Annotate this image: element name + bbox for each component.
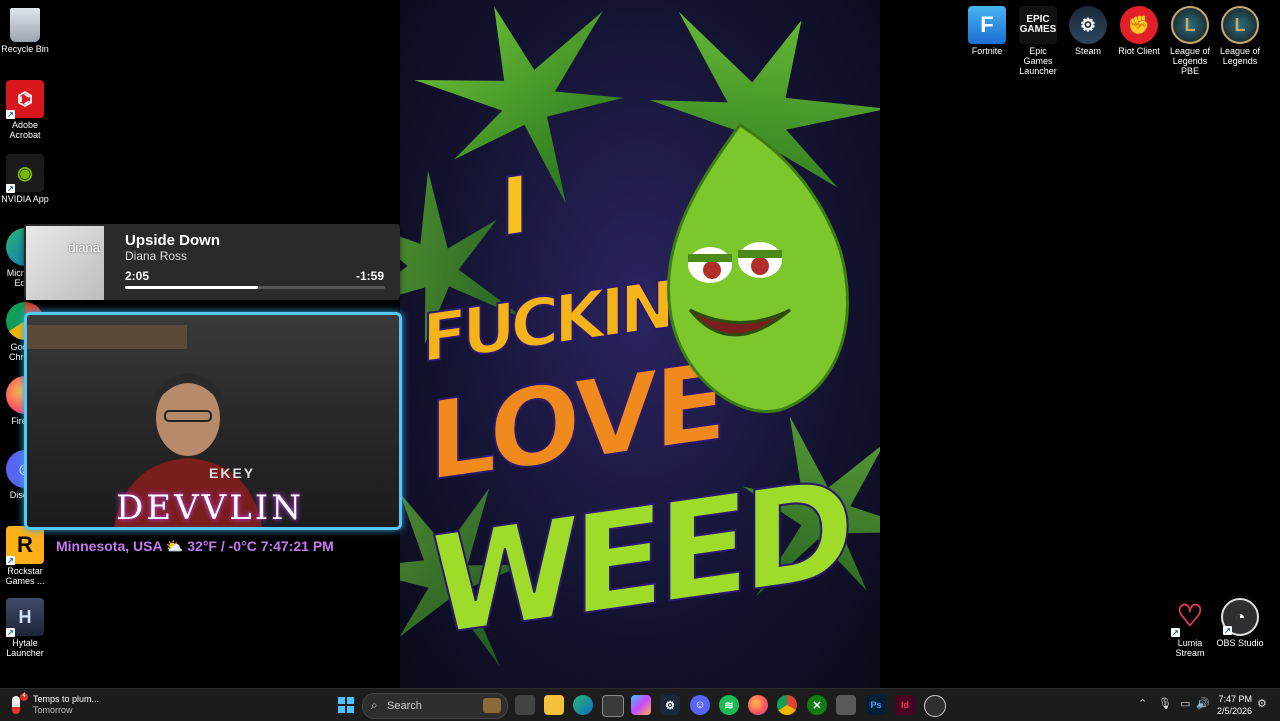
desktop-icon-steam[interactable]: ⚙ Steam	[1064, 6, 1112, 56]
desktop-icon-label: NVIDIA App	[1, 194, 49, 204]
notification-badge: 4	[20, 693, 28, 701]
chrome-taskbar-icon[interactable]	[777, 695, 797, 715]
desktop-icon-label: Fortnite	[971, 46, 1003, 56]
spotify-icon[interactable]: ≋	[719, 695, 739, 715]
desktop-icon-label: Adobe Acrobat	[9, 120, 41, 140]
background-shelf	[27, 325, 187, 349]
epic-games-icon: EPIC GAMES	[1019, 6, 1057, 44]
desktop-icon-label: League of Legends PBE	[1169, 46, 1211, 76]
album-art-text: diana	[68, 240, 100, 255]
desktop-icon-label: Recycle Bin	[1, 44, 49, 54]
cartoon-bud-character	[660, 120, 860, 440]
desktop-icon-label: Lumia Stream	[1175, 638, 1205, 658]
notification-subtitle: Tomorrow	[33, 705, 73, 715]
desktop-icon-label: Riot Client	[1118, 46, 1160, 56]
acrobat-icon: ⌬ ↗	[6, 80, 44, 119]
steam-taskbar-icon[interactable]: ⚙	[660, 695, 680, 715]
desktop-icon-acrobat[interactable]: ⌬ ↗ Adobe Acrobat	[1, 80, 49, 140]
taskbar-clock[interactable]: 7:47 PM 2/5/2026	[1212, 693, 1252, 717]
thermometer-icon	[12, 696, 20, 714]
start-button[interactable]	[336, 695, 356, 715]
league-icon: L	[1221, 6, 1259, 44]
album-art: diana	[26, 226, 104, 300]
obs-icon: ◔ ↗	[1221, 598, 1259, 636]
track-elapsed: 2:05	[125, 269, 150, 283]
desktop-icon-league-pbe[interactable]: L League of Legends PBE	[1166, 6, 1214, 76]
shirt-text: EKEY	[209, 465, 256, 481]
riot-icon: ✊	[1120, 6, 1158, 44]
track-title: Upside Down	[125, 232, 221, 249]
desktop-icon-fortnite[interactable]: F Fortnite	[963, 6, 1011, 56]
search-highlight-icon	[483, 698, 501, 713]
desktop-icon-rockstar[interactable]: R ↗ Rockstar Games ...	[1, 526, 49, 586]
fortnite-icon: F	[968, 6, 1006, 44]
desktop-icon-label: OBS Studio	[1216, 638, 1264, 648]
indesign-icon[interactable]: Id	[895, 695, 915, 715]
poster-word-i: I	[499, 157, 529, 256]
rockstar-icon: R ↗	[6, 526, 44, 565]
xbox-icon[interactable]: ✕	[807, 695, 827, 715]
app-icon[interactable]	[836, 695, 856, 715]
tray-overflow-chevron-icon[interactable]: ⌃	[1138, 697, 1147, 710]
recycle-bin-icon	[10, 8, 40, 42]
network-icon[interactable]: ▭	[1180, 697, 1190, 710]
cannabis-leaf-decoration	[400, 0, 660, 238]
hytale-icon: H ↗	[6, 598, 44, 637]
track-progress-fill	[125, 286, 258, 289]
notification-bell-icon[interactable]: ⚙	[1257, 697, 1267, 710]
search-icon: ⌕	[371, 698, 378, 712]
weather-line: Minnesota, USA ⛅ 32°F / -0°C 7:47:21 PM	[56, 538, 334, 554]
firefox-taskbar-icon[interactable]	[748, 695, 768, 715]
streamer-name: DEVVLIN	[116, 488, 304, 528]
desktop-icon-label: League of Legends	[1219, 46, 1261, 66]
track-progress-bar[interactable]	[125, 286, 385, 289]
league-pbe-icon: L	[1171, 6, 1209, 44]
nvidia-icon: ◉ ↗	[6, 154, 44, 193]
windows-icon	[338, 697, 354, 713]
desktop-icon-label: Epic Games Launcher	[1019, 46, 1057, 76]
edge-taskbar-icon[interactable]	[573, 695, 593, 715]
desktop-icon-riot[interactable]: ✊ Riot Client	[1115, 6, 1163, 56]
steam-icon: ⚙	[1069, 6, 1107, 44]
search-box[interactable]: ⌕ Search	[362, 693, 508, 719]
discord-taskbar-icon[interactable]: ☺	[690, 695, 710, 715]
desktop-icon-epic-games[interactable]: EPIC GAMES Epic Games Launcher	[1014, 6, 1062, 76]
clock-date: 2/5/2026	[1216, 706, 1252, 716]
desktop-icon-label: Steam	[1074, 46, 1101, 56]
track-remaining: -1:59	[355, 269, 384, 283]
lumia-icon: ♡ ↗	[1171, 600, 1204, 637]
desktop-icon-nvidia[interactable]: ◉ ↗ NVIDIA App	[1, 154, 49, 204]
desktop-icon-label: Hytale Launcher	[6, 638, 44, 658]
now-playing-widget[interactable]: diana Upside Down Diana Ross 2:05 -1:59	[24, 224, 400, 300]
desktop-icon-obs[interactable]: ◔ ↗ OBS Studio	[1216, 598, 1264, 648]
clock-time: 7:47 PM	[1218, 694, 1252, 704]
file-explorer-icon[interactable]	[544, 695, 564, 715]
taskbar: 4 Temps to plum... Tomorrow ⌕ Search ⚙ ☺…	[0, 688, 1280, 721]
obs-taskbar-icon[interactable]	[924, 695, 946, 717]
volume-icon[interactable]: 🔊	[1196, 697, 1210, 710]
microphone-icon[interactable]: 🎙	[1158, 697, 1172, 710]
search-placeholder: Search	[387, 700, 422, 712]
desktop-icon-recycle-bin[interactable]: Recycle Bin	[1, 8, 49, 54]
photoshop-icon[interactable]: Ps	[866, 695, 886, 715]
notification-title: Temps to plum...	[33, 694, 100, 704]
desktop-icon-hytale[interactable]: H ↗ Hytale Launcher	[1, 598, 49, 658]
copilot-icon[interactable]	[631, 695, 651, 715]
desktop-icon-lumia[interactable]: ♡ ↗ Lumia Stream	[1166, 598, 1214, 658]
desktop-icon-label: Rockstar Games ...	[5, 566, 45, 586]
desktop-icon-league[interactable]: L League of Legends	[1216, 6, 1264, 66]
store-icon[interactable]	[602, 695, 624, 717]
task-view-icon[interactable]	[515, 695, 535, 715]
track-artist: Diana Ross	[125, 249, 188, 263]
